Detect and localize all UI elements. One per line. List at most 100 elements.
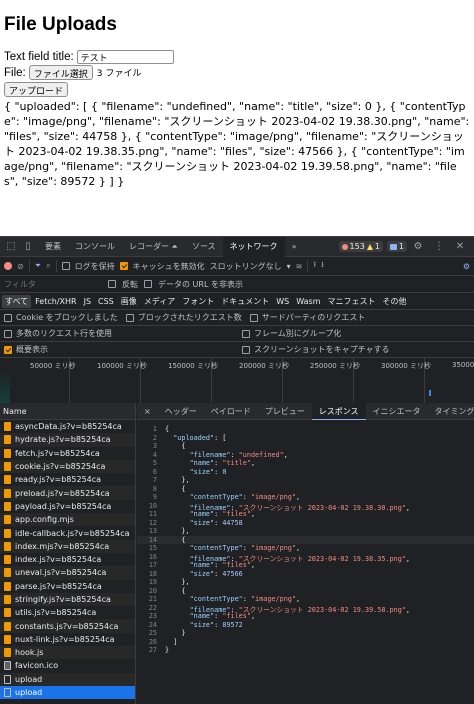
request-row[interactable]: nuxt-link.js?v=b85254ca (0, 633, 135, 646)
preserve-log-checkbox[interactable] (61, 262, 70, 270)
record-icon[interactable] (4, 262, 12, 270)
type-manifest[interactable]: マニフェスト (324, 295, 378, 308)
type-all[interactable]: すべて (2, 294, 32, 308)
tab-response[interactable]: レスポンス (311, 402, 366, 420)
tab-console[interactable]: コンソール (68, 237, 122, 257)
type-font[interactable]: フォント (179, 295, 217, 308)
request-row[interactable]: index.mjs?v=b85254ca (0, 539, 135, 553)
type-css[interactable]: CSS (95, 296, 117, 307)
blocked-cookies-checkbox[interactable] (4, 313, 12, 322)
line-number: 19 (148, 578, 157, 586)
code-line: "contentType": "image/png", (189, 544, 301, 552)
chevron-down-icon: ▾ (286, 261, 291, 271)
detail-tab-bar: × ヘッダー ペイロード プレビュー レスポンス イニシエータ タイミング » (137, 402, 474, 420)
request-name: app.config.mjs (15, 515, 74, 525)
throttling-select[interactable]: スロットリングなし (210, 261, 282, 272)
device-toolbar-icon[interactable]: ▯ (21, 240, 35, 254)
upload-button[interactable]: アップロード (4, 82, 69, 97)
third-party-checkbox[interactable] (249, 313, 258, 322)
type-document[interactable]: ドキュメント (218, 295, 272, 308)
overview-checkbox[interactable] (4, 345, 12, 354)
request-row[interactable]: idle-callback.js?v=b85254ca (0, 526, 135, 539)
kebab-menu-icon[interactable]: ⋮ (432, 240, 446, 254)
title-input[interactable] (76, 50, 174, 64)
hide-data-urls-checkbox[interactable] (144, 280, 152, 288)
tab-initiator[interactable]: イニシエータ (366, 403, 428, 420)
tab-preview[interactable]: プレビュー (258, 403, 312, 420)
request-name: constants.js?v=b85254ca (15, 621, 119, 631)
request-row[interactable]: fetch.js?v=b85254ca (0, 447, 135, 460)
export-icon[interactable]: ⭳ (321, 259, 324, 273)
type-other[interactable]: その他 (379, 295, 409, 308)
more-tabs-button[interactable]: » (285, 237, 304, 257)
type-image[interactable]: 画像 (118, 295, 140, 308)
code-line: "name": "title", (189, 459, 256, 467)
request-row[interactable]: upload (0, 672, 135, 686)
document-file-icon (4, 674, 11, 684)
type-js[interactable]: JS (81, 296, 94, 307)
overview-tick: 150000 ミリ秒 (168, 362, 218, 370)
request-row[interactable]: uneval.js?v=b85254ca (0, 566, 135, 580)
request-row[interactable]: favicon.ico (0, 659, 135, 672)
tab-recorder[interactable]: レコーダー ⏶ (122, 237, 185, 257)
big-rows-checkbox[interactable] (4, 329, 12, 338)
inspect-element-icon[interactable]: ⬚ (4, 240, 18, 254)
network-settings-icon[interactable]: ⚙ (463, 262, 470, 271)
request-name: utils.js?v=b85254ca (15, 608, 97, 618)
blocked-requests-checkbox[interactable] (125, 313, 134, 322)
request-row[interactable]: asyncData.js?v=b85254ca (0, 420, 135, 433)
type-fetch-xhr[interactable]: Fetch/XHR (32, 296, 79, 307)
request-row[interactable]: constants.js?v=b85254ca (0, 619, 135, 633)
invert-checkbox[interactable] (108, 280, 116, 288)
request-name: uneval.js?v=b85254ca (15, 568, 107, 578)
line-number: 6 (152, 467, 157, 476)
search-icon[interactable]: ⌕ (46, 261, 50, 271)
request-row[interactable]: app.config.mjs (0, 513, 135, 527)
group-by-frame-checkbox[interactable] (242, 329, 250, 338)
network-toolbar: ⊘ ⏷ ⌕ ログを保持 キャッシュを無効化 スロットリングなし ▾ ≋ ⭱ ⭳ … (0, 257, 474, 276)
tab-headers[interactable]: ヘッダー (158, 403, 204, 420)
close-icon[interactable]: ✕ (453, 240, 467, 254)
import-icon[interactable]: ⭱ (313, 259, 316, 273)
tab-sources[interactable]: ソース (185, 237, 223, 257)
request-name: preload.js?v=b85254ca (15, 488, 110, 498)
screenshots-checkbox[interactable] (242, 345, 250, 354)
request-row[interactable]: utils.js?v=b85254ca (0, 606, 135, 619)
request-row[interactable]: stringify.js?v=b85254ca (0, 592, 135, 607)
request-row[interactable]: payload.js?v=b85254ca (0, 500, 135, 513)
choose-file-button[interactable]: ファイル選択 (28, 65, 93, 80)
request-row[interactable]: hydrate.js?v=b85254ca (0, 433, 135, 447)
messages-badge[interactable]: 1 (386, 241, 407, 252)
type-wasm[interactable]: Wasm (293, 296, 323, 307)
filter-input[interactable] (4, 277, 102, 291)
request-row[interactable]: preload.js?v=b85254ca (0, 486, 135, 500)
request-row[interactable]: hook.js (0, 646, 135, 660)
tab-elements[interactable]: 要素 (38, 237, 68, 257)
wifi-icon[interactable]: ≋ (296, 262, 303, 271)
resource-type-filter: すべて Fetch/XHR JS CSS 画像 メディア フォント ドキュメント… (0, 293, 474, 310)
disable-cache-checkbox[interactable] (119, 262, 128, 270)
request-row[interactable]: ready.js?v=b85254ca (0, 473, 135, 486)
overview-tick: 200000 ミリ秒 (239, 362, 289, 370)
filter-icon[interactable]: ⏷ (35, 261, 41, 271)
tab-payload[interactable]: ペイロード (204, 403, 258, 420)
request-row[interactable]: cookie.js?v=b85254ca (0, 459, 135, 474)
tab-network[interactable]: ネットワーク (222, 236, 285, 257)
script-file-icon (4, 528, 11, 538)
type-ws[interactable]: WS (273, 296, 292, 307)
close-detail-button[interactable]: × (137, 403, 158, 420)
type-media[interactable]: メディア (141, 295, 178, 308)
request-name: cookie.js?v=b85254ca (15, 462, 106, 472)
request-row[interactable]: index.js?v=b85254ca (0, 553, 135, 566)
name-column-header[interactable]: Name (0, 403, 135, 420)
issues-badge[interactable]: 153 1 (338, 241, 383, 252)
gear-icon[interactable]: ⚙ (411, 240, 425, 254)
request-row[interactable]: upload (0, 685, 135, 700)
devtools-tab-bar: ⬚ ▯ 要素 コンソール レコーダー ⏶ ソース ネットワーク » 153 1 … (0, 236, 474, 257)
request-name: upload (15, 674, 43, 684)
request-row[interactable]: parse.js?v=b85254ca (0, 580, 135, 593)
code-line: { (165, 484, 186, 493)
request-name: nuxt-link.js?v=b85254ca (15, 634, 115, 644)
clear-icon[interactable]: ⊘ (17, 262, 24, 271)
tab-timing[interactable]: タイミング (428, 403, 474, 420)
